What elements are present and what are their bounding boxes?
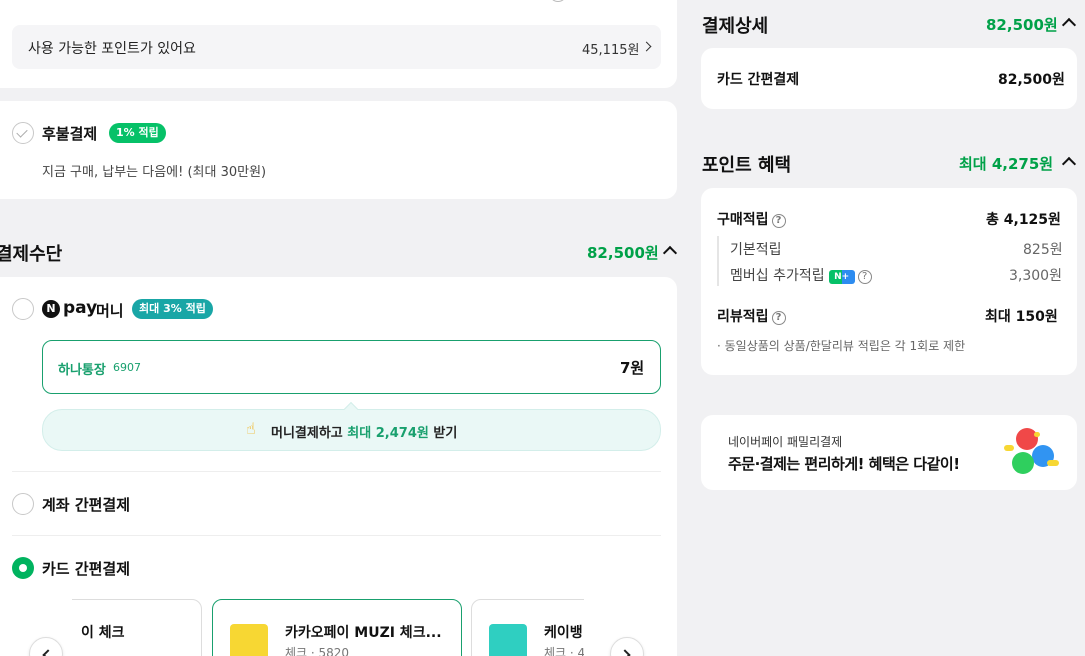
card-sub: 체크 · 5820 — [285, 646, 350, 656]
point-benefits-amount: 최대 4,275원 — [959, 155, 1054, 173]
carousel-prev-button[interactable] — [29, 637, 63, 656]
membership-points-value: 3,300원 — [1009, 268, 1062, 284]
carousel-next-button[interactable] — [610, 637, 644, 656]
deferred-payment-title: 후불결제 — [42, 125, 98, 143]
basic-points-value: 825원 — [1023, 242, 1063, 258]
point-benefits-card: 구매적립? 총 4,125원 기본적립 825원 멤버십 추가적립 N+? 3,3… — [701, 188, 1077, 375]
nplus-badge-icon: N+ — [828, 270, 855, 284]
family-banner-line1: 네이버페이 패밀리결제 — [728, 435, 843, 449]
promo-text: 머니결제하고 최대 2,474원 받기 — [271, 422, 457, 441]
family-payment-banner[interactable]: 네이버페이 패밀리결제 주문·결제는 편리하게! 혜택은 다같이! — [701, 415, 1077, 490]
basic-points-label: 기본적립 — [730, 242, 782, 258]
card-name: 케이뱅 — [544, 625, 583, 641]
radio-partial — [549, 0, 567, 2]
promo-highlight: 최대 2,474원 — [347, 426, 429, 441]
points-available-row[interactable]: 사용 가능한 포인트가 있어요 45,115원 — [12, 25, 661, 69]
payment-details-amount: 82,500원 — [986, 16, 1058, 34]
sub-list-bar — [717, 236, 719, 286]
payment-details-card: 카드 간편결제 82,500원 — [701, 48, 1077, 109]
points-card: 사용 가능한 포인트가 있어요 45,115원 — [0, 0, 677, 88]
account-name: 하나통장 — [58, 363, 106, 378]
points-available-label: 사용 가능한 포인트가 있어요 — [28, 41, 196, 57]
help-icon[interactable]: ? — [857, 270, 872, 284]
review-points-value: 최대 150원 — [985, 309, 1058, 325]
chevron-left-icon — [42, 649, 54, 656]
chevron-right-icon — [619, 649, 631, 656]
npay-logo-icon: N — [42, 300, 60, 318]
account-easy-pay-radio[interactable] — [12, 493, 34, 515]
chevron-up-icon[interactable] — [1061, 156, 1077, 172]
card-easy-pay-radio[interactable] — [12, 557, 34, 579]
promo-suffix: 받기 — [428, 426, 458, 441]
account-easy-pay-label[interactable]: 계좌 간편결제 — [42, 494, 130, 515]
card-item-selected[interactable]: 카카오페이 MUZI 체크... 체크 · 5820 — [212, 599, 462, 656]
money-account-box[interactable]: 하나통장 6907 7원 — [42, 340, 661, 394]
family-characters-icon — [1004, 428, 1060, 478]
deferred-payment-desc: 지금 구매, 납부는 다음에! (최대 30만원) — [42, 165, 267, 180]
deferred-payment-badge: 1% 적립 — [109, 123, 166, 143]
point-benefits-title: 포인트 혜택 — [702, 155, 792, 176]
card-sub: 체크 · 4 — [544, 646, 584, 656]
payment-method-amount: 82,500원 — [587, 244, 659, 262]
card-image — [230, 624, 268, 656]
family-banner-line2: 주문·결제는 편리하게! 혜택은 다같이! — [728, 455, 960, 473]
card-name: 이 체크 — [81, 625, 125, 641]
card-carousel: 이 체크 카카오페이 MUZI 체크... 체크 · 5820 케이뱅 체크 ·… — [0, 599, 677, 656]
review-points-label: 리뷰적립? — [717, 306, 786, 326]
payment-details-row-label: 카드 간편결제 — [717, 72, 800, 88]
card-name: 카카오페이 MUZI 체크... — [285, 625, 442, 641]
card-image — [489, 624, 527, 656]
divider — [12, 535, 661, 536]
payment-method-title: 결제수단 — [0, 244, 63, 265]
membership-points-text: 멤버십 추가적립 — [730, 268, 825, 284]
divider — [12, 471, 661, 472]
promo-prefix: 머니결제하고 — [271, 426, 348, 441]
money-balance: 7원 — [620, 359, 645, 377]
npay-brand: pay — [63, 298, 98, 318]
help-icon[interactable]: ? — [771, 311, 786, 325]
npay-money-label: 머니 — [96, 302, 124, 320]
check-circle-icon — [12, 122, 34, 144]
points-available-value: 45,115원 — [582, 43, 640, 58]
payment-method-card: N pay 머니 최대 3% 적립 하나통장 6907 7원 ☝ 머니결제하고 … — [0, 277, 677, 656]
npay-money-badge: 최대 3% 적립 — [132, 299, 213, 319]
money-promo-bubble[interactable]: ☝ 머니결제하고 최대 2,474원 받기 — [42, 401, 661, 451]
pointing-hand-icon: ☝ — [246, 419, 256, 438]
card-item[interactable]: 이 체크 — [72, 599, 202, 656]
purchase-points-text: 구매적립 — [717, 212, 769, 228]
deferred-payment-card[interactable]: 후불결제 1% 적립 지금 구매, 납부는 다음에! (최대 30만원) — [0, 101, 677, 199]
purchase-points-value: 총 4,125원 — [986, 212, 1061, 228]
payment-details-title: 결제상세 — [702, 16, 769, 37]
purchase-points-label: 구매적립? — [717, 209, 786, 229]
review-points-text: 리뷰적립 — [717, 309, 769, 325]
card-easy-pay-label[interactable]: 카드 간편결제 — [42, 558, 130, 579]
chevron-up-icon[interactable] — [1061, 17, 1077, 33]
npay-money-radio[interactable] — [12, 298, 34, 320]
account-number: 6907 — [113, 361, 141, 374]
payment-details-row-value: 82,500원 — [998, 72, 1065, 88]
card-carousel-viewport: 이 체크 카카오페이 MUZI 체크... 체크 · 5820 케이뱅 체크 ·… — [72, 599, 584, 656]
bubble-tail — [343, 401, 359, 417]
membership-points-label: 멤버십 추가적립 N+? — [730, 265, 872, 285]
review-note: · 동일상품의 상품/한달리뷰 적립은 각 1회로 제한 — [717, 339, 966, 353]
chevron-right-icon — [641, 41, 652, 52]
help-icon[interactable]: ? — [771, 214, 786, 228]
chevron-up-icon[interactable] — [662, 245, 678, 261]
card-item[interactable]: 케이뱅 체크 · 4 — [471, 599, 584, 656]
